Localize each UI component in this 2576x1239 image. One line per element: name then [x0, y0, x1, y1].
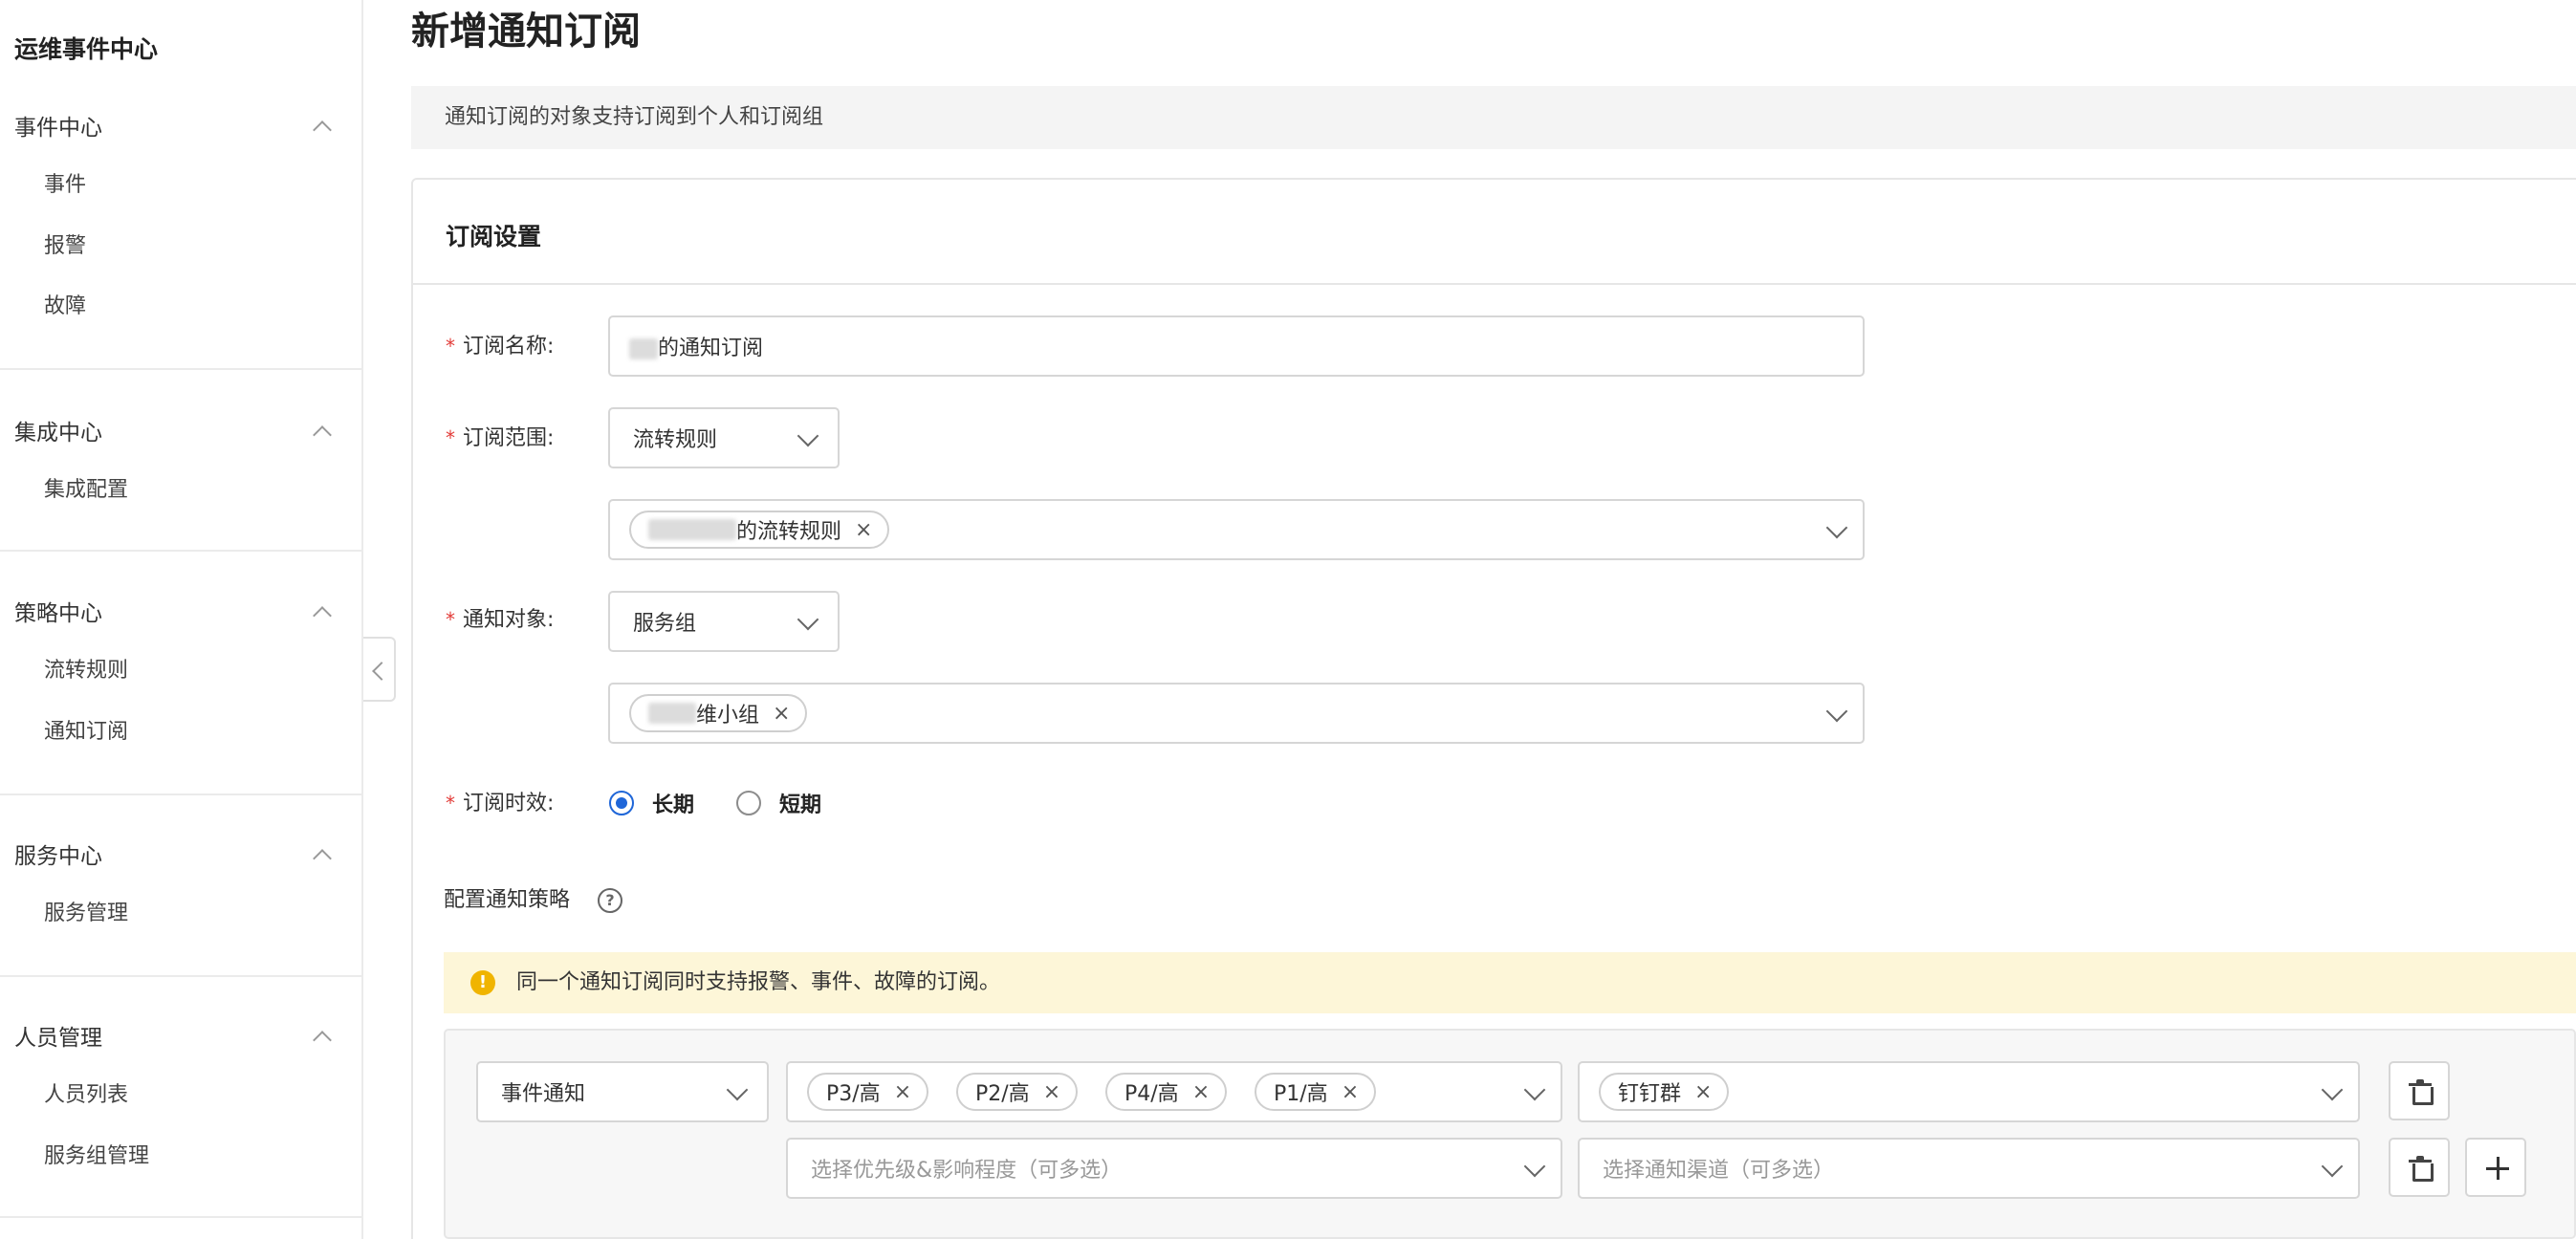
- plus-icon: [2486, 1157, 2509, 1180]
- info-notice: 通知订阅的对象支持订阅到个人和订阅组: [411, 86, 2576, 149]
- card-header: 订阅设置: [413, 180, 2576, 285]
- sidebar-collapse-button[interactable]: [363, 637, 396, 702]
- sidebar: 运维事件中心 事件中心 事件 报警 故障 集成中心 集成配置 策略中心 流转规则…: [0, 0, 363, 1239]
- target-type-select[interactable]: 服务组: [608, 591, 840, 652]
- priority-tag: P3/高 ×: [807, 1073, 929, 1111]
- policy-warning-text: 同一个通知订阅同时支持报警、事件、故障的订阅。: [516, 970, 1001, 994]
- sidebar-item-service-management[interactable]: 服务管理: [44, 897, 128, 931]
- chevron-down-icon: [1828, 706, 1844, 721]
- warning-icon: !: [470, 970, 495, 995]
- page-title: 新增通知订阅: [411, 10, 641, 54]
- delete-row-button[interactable]: [2389, 1061, 2450, 1120]
- trash-icon: [2409, 1079, 2434, 1105]
- chevron-down-icon: [2324, 1084, 2339, 1099]
- chevron-down-icon: [1828, 522, 1844, 537]
- chevron-down-icon: [1526, 1161, 1541, 1176]
- sidebar-item-integration-config[interactable]: 集成配置: [44, 473, 128, 508]
- redacted-text: [629, 338, 658, 359]
- sidebar-divider: [0, 368, 363, 370]
- target-group-multiselect[interactable]: 维小组 ×: [608, 683, 1865, 744]
- radio-short-term-label[interactable]: 短期: [779, 788, 821, 818]
- priority-multiselect[interactable]: P3/高 × P2/高 × P4/高 × P1/高 ×: [786, 1061, 1562, 1122]
- notification-type-select[interactable]: 事件通知: [476, 1061, 769, 1122]
- target-label: * 通知对象:: [446, 608, 555, 632]
- sidebar-divider: [0, 793, 363, 795]
- validity-label: * 订阅时效:: [446, 792, 555, 815]
- selected-group-tag: 维小组 ×: [629, 694, 808, 732]
- sidebar-group-label: 事件中心: [14, 116, 102, 141]
- radio-long-term[interactable]: [609, 791, 634, 815]
- chevron-up-icon: [313, 422, 330, 439]
- help-icon[interactable]: ?: [598, 888, 622, 913]
- trash-icon: [2409, 1156, 2434, 1182]
- scope-rule-multiselect[interactable]: 的流转规则 ×: [608, 499, 1865, 560]
- required-asterisk: *: [446, 608, 455, 631]
- policy-rows-container: [444, 1029, 2576, 1239]
- chevron-up-icon: [313, 602, 330, 620]
- radio-long-term-label[interactable]: 长期: [652, 788, 694, 818]
- chevron-down-icon: [1526, 1084, 1541, 1099]
- sidebar-group-event-center[interactable]: 事件中心: [14, 106, 330, 144]
- chevron-down-icon: [799, 430, 815, 446]
- sidebar-item-incidents[interactable]: 故障: [44, 290, 86, 324]
- radio-short-term[interactable]: [736, 791, 761, 815]
- channel-multiselect[interactable]: 钉钉群 ×: [1578, 1061, 2360, 1122]
- name-label: * 订阅名称:: [446, 335, 555, 359]
- tag-close-icon[interactable]: ×: [773, 702, 790, 726]
- card-title: 订阅设置: [446, 223, 542, 250]
- chevron-down-icon: [799, 614, 815, 629]
- policy-section-label: 配置通知策略: [444, 888, 571, 912]
- sidebar-group-label: 集成中心: [14, 421, 102, 446]
- chevron-down-icon: [2324, 1161, 2339, 1176]
- chevron-up-icon: [313, 845, 330, 862]
- sidebar-group-integration-center[interactable]: 集成中心: [14, 411, 330, 449]
- tag-close-icon[interactable]: ×: [1192, 1080, 1210, 1104]
- sidebar-item-routing-rules[interactable]: 流转规则: [44, 654, 128, 688]
- sidebar-divider: [0, 975, 363, 977]
- delete-row-button[interactable]: [2389, 1138, 2450, 1197]
- sidebar-group-label: 服务中心: [14, 844, 102, 869]
- required-asterisk: *: [446, 792, 455, 815]
- tag-close-icon[interactable]: ×: [1043, 1080, 1060, 1104]
- sidebar-divider: [0, 1216, 363, 1218]
- redacted-text: [648, 703, 696, 724]
- sidebar-group-label: 策略中心: [14, 601, 102, 626]
- scope-type-select[interactable]: 流转规则: [608, 407, 840, 468]
- priority-multiselect-empty[interactable]: 选择优先级&影响程度（可多选）: [786, 1138, 1562, 1199]
- policy-warning: ! 同一个通知订阅同时支持报警、事件、故障的订阅。: [444, 952, 2576, 1013]
- priority-tag: P1/高 ×: [1255, 1073, 1377, 1111]
- sidebar-group-people-management[interactable]: 人员管理: [14, 1016, 330, 1054]
- app-title: 运维事件中心: [14, 35, 159, 63]
- add-row-button[interactable]: [2465, 1138, 2526, 1197]
- redacted-text: [648, 519, 736, 540]
- sidebar-group-service-center[interactable]: 服务中心: [14, 835, 330, 873]
- channel-multiselect-empty[interactable]: 选择通知渠道（可多选）: [1578, 1138, 2360, 1199]
- tag-close-icon[interactable]: ×: [1342, 1080, 1359, 1104]
- priority-tag: P2/高 ×: [956, 1073, 1079, 1111]
- sidebar-item-alerts[interactable]: 报警: [44, 229, 86, 264]
- sidebar-group-label: 人员管理: [14, 1026, 102, 1051]
- required-asterisk: *: [446, 426, 455, 449]
- priority-tag: P4/高 ×: [1105, 1073, 1228, 1111]
- subscription-name-input[interactable]: 的通知订阅: [608, 315, 1865, 377]
- required-asterisk: *: [446, 335, 455, 358]
- sidebar-item-notification-subscription[interactable]: 通知订阅: [44, 715, 128, 750]
- scope-label: * 订阅范围:: [446, 426, 555, 450]
- tag-close-icon[interactable]: ×: [855, 518, 872, 542]
- sidebar-group-policy-center[interactable]: 策略中心: [14, 592, 330, 630]
- sidebar-item-service-group-management[interactable]: 服务组管理: [44, 1140, 149, 1174]
- subscription-name-value: 的通知订阅: [658, 337, 764, 360]
- sidebar-item-events[interactable]: 事件: [44, 168, 86, 203]
- tag-close-icon[interactable]: ×: [1694, 1080, 1712, 1104]
- tag-close-icon[interactable]: ×: [894, 1080, 911, 1104]
- chevron-up-icon: [313, 1027, 330, 1044]
- chevron-down-icon: [729, 1084, 744, 1099]
- chevron-up-icon: [313, 117, 330, 134]
- sidebar-item-people-list[interactable]: 人员列表: [44, 1078, 128, 1113]
- sidebar-divider: [0, 550, 363, 552]
- channel-tag: 钉钉群 ×: [1599, 1073, 1730, 1111]
- selected-rule-tag: 的流转规则 ×: [629, 511, 890, 549]
